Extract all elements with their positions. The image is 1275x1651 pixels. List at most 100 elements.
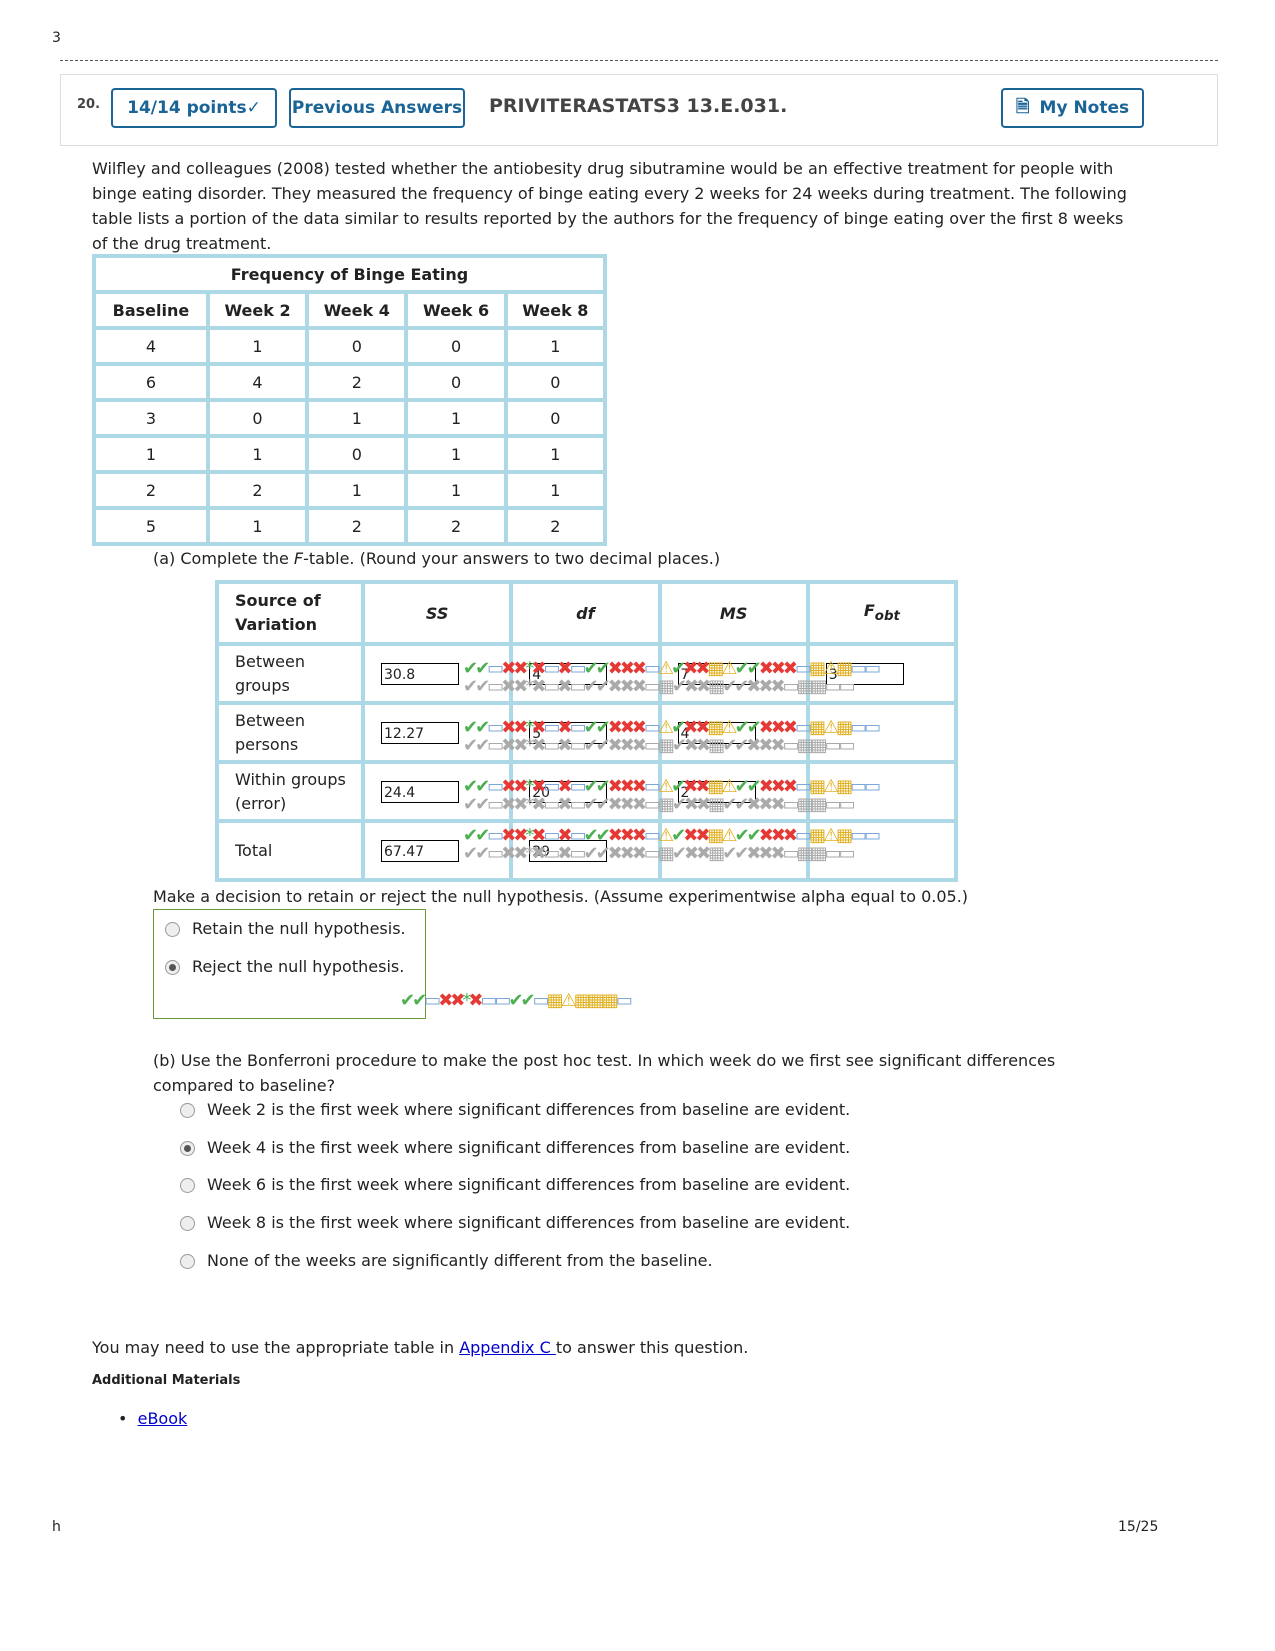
frequency-table: Frequency of Binge Eating Baseline Week 2… bbox=[92, 254, 607, 546]
table-cell: 1 bbox=[209, 330, 306, 362]
week-option[interactable]: Week 8 is the first week where significa… bbox=[180, 1213, 850, 1232]
table-cell: 1 bbox=[507, 330, 603, 362]
table-row: Between persons 12.27 ✔✔▭✖✖*✖▭✖▭✔✔✖✖✖▭⚠✔✖… bbox=[219, 705, 954, 760]
decision-option[interactable]: Reject the null hypothesis. bbox=[165, 957, 404, 976]
previous-answers-button[interactable]: Previous Answers bbox=[289, 88, 465, 128]
additional-materials-title: Additional Materials bbox=[92, 1373, 241, 1388]
table-cell: 0 bbox=[507, 366, 603, 398]
check-icon: ✓ bbox=[246, 98, 261, 118]
table-cell: 0 bbox=[309, 438, 405, 470]
ebook-link[interactable]: eBook bbox=[138, 1409, 188, 1428]
radio-button[interactable] bbox=[180, 1103, 195, 1118]
header-df: df bbox=[513, 584, 658, 642]
week-option[interactable]: Week 4 is the first week where significa… bbox=[180, 1138, 850, 1157]
table-cell: 1 bbox=[408, 402, 504, 434]
question-header: 20. 14/14 points ✓ Previous Answers PRIVI… bbox=[60, 74, 1218, 146]
appendix-note: You may need to use the appropriate tabl… bbox=[92, 1338, 749, 1357]
table-cell: 4 bbox=[209, 366, 306, 398]
ss-input[interactable]: 24.4 bbox=[381, 780, 459, 803]
f-table: Source of Variation SS df MS Fobt Betwee… bbox=[215, 580, 958, 882]
week-option[interactable]: Week 6 is the first week where significa… bbox=[180, 1175, 850, 1194]
freq-header: Week 6 bbox=[408, 294, 504, 326]
radio-button[interactable] bbox=[180, 1253, 195, 1269]
decision-prompt: Make a decision to retain or reject the … bbox=[153, 887, 969, 906]
table-cell: 1 bbox=[507, 438, 603, 470]
divider bbox=[60, 60, 1218, 61]
table-cell: 1 bbox=[408, 474, 504, 506]
table-cell: 5 bbox=[96, 510, 206, 542]
source-cell: Total bbox=[219, 823, 361, 878]
table-cell: 0 bbox=[507, 402, 603, 434]
table-cell: 1 bbox=[96, 438, 206, 470]
notes-icon: 🗎 bbox=[1015, 96, 1030, 117]
source-cell: Within groups (error) bbox=[219, 764, 361, 819]
table-row: 41001 bbox=[96, 330, 603, 362]
table-cell: 0 bbox=[408, 366, 504, 398]
table-cell: 4 bbox=[96, 330, 206, 362]
part-a-prompt: (a) Complete the F-table. (Round your an… bbox=[153, 549, 721, 568]
feedback-icons: ✔✔▭✖✖*✖▭▭✔✔▭▦⚠▦▦▦▭ bbox=[400, 990, 633, 1011]
table-cell: 1 bbox=[209, 438, 306, 470]
table-row: Between groups 30.8 ✔✔▭✖✖*✖▭✖▭✔✔✖✖✖▭⚠✔✖✖▦… bbox=[219, 646, 954, 701]
header-ms: MS bbox=[661, 584, 806, 642]
table-row: 11011 bbox=[96, 438, 603, 470]
ebook-item: • eBook bbox=[118, 1409, 188, 1428]
question-code: PRIVITERASTATS3 13.E.031. bbox=[489, 95, 788, 117]
feedback-icons-gray: ✔✔▭✖✖*✖▭✖▭✔✔✖✖✖▭▦✔✖✖▦✔✔✖✖✖▭▦▦▭▭ bbox=[463, 676, 856, 697]
table-title: Frequency of Binge Eating bbox=[96, 258, 603, 290]
header-ss: SS bbox=[365, 584, 510, 642]
source-cell: Between persons bbox=[219, 705, 361, 760]
table-cell: 1 bbox=[209, 510, 306, 542]
ss-input[interactable]: 12.27 bbox=[381, 721, 459, 744]
table-cell: 0 bbox=[209, 402, 306, 434]
page-number: 15/25 bbox=[1118, 1519, 1159, 1535]
table-cell: 0 bbox=[408, 330, 504, 362]
table-row: Total 67.47 ✔✔▭✖✖*✖▭✖▭✔✔✖✖✖▭⚠✔✖✖▦⚠✔✔✖✖✖▭▦… bbox=[219, 823, 954, 878]
source-cell: Between groups bbox=[219, 646, 361, 701]
part-b-prompt: (b) Use the Bonferroni procedure to make… bbox=[153, 1051, 1056, 1095]
radio-button[interactable] bbox=[180, 1216, 195, 1232]
week-option[interactable]: None of the weeks are significantly diff… bbox=[180, 1251, 713, 1270]
radio-button[interactable] bbox=[165, 922, 180, 937]
table-cell: 2 bbox=[309, 510, 405, 542]
table-cell: 1 bbox=[408, 438, 504, 470]
question-number: 20. bbox=[77, 97, 101, 112]
freq-header: Baseline bbox=[96, 294, 206, 326]
table-cell: 1 bbox=[309, 474, 405, 506]
table-row: Within groups (error) 24.4 ✔✔▭✖✖*✖▭✖▭✔✔✖✖… bbox=[219, 764, 954, 819]
header-source: Source of Variation bbox=[219, 584, 361, 642]
radio-button[interactable] bbox=[180, 1140, 195, 1156]
feedback-icons-gray: ✔✔▭✖✖*✖▭✖▭✔✔✖✖✖▭▦✔✖✖▦✔✔✖✖✖▭▦▦▭▭ bbox=[463, 735, 856, 756]
my-notes-button[interactable]: 🗎 My Notes bbox=[1001, 88, 1144, 128]
header-f: Fobt bbox=[809, 584, 954, 642]
points-button[interactable]: 14/14 points ✓ bbox=[111, 88, 277, 128]
table-cell: 2 bbox=[309, 366, 405, 398]
radio-button[interactable] bbox=[180, 1178, 195, 1194]
decision-option[interactable]: Retain the null hypothesis. bbox=[165, 919, 406, 938]
table-cell: 2 bbox=[209, 474, 306, 506]
table-cell: 3 bbox=[96, 402, 206, 434]
table-row: 51222 bbox=[96, 510, 603, 542]
intro-text: Wilfley and colleagues (2008) tested whe… bbox=[92, 159, 1127, 253]
appendix-link[interactable]: Appendix C bbox=[459, 1338, 556, 1357]
freq-header: Week 8 bbox=[507, 294, 603, 326]
feedback-icons-gray: ✔✔▭✖✖*✖▭✖▭✔✔✖✖✖▭▦✔✖✖▦✔✔✖✖✖▭▦▦▭▭ bbox=[463, 843, 856, 864]
freq-header: Week 2 bbox=[209, 294, 306, 326]
table-cell: 2 bbox=[507, 510, 603, 542]
table-cell: 2 bbox=[96, 474, 206, 506]
table-cell: 6 bbox=[96, 366, 206, 398]
table-row: 30110 bbox=[96, 402, 603, 434]
feedback-icons-gray: ✔✔▭✖✖*✖▭✖▭✔✔✖✖✖▭▦✔✖✖▦✔✔✖✖✖▭▦▦▭▭ bbox=[463, 794, 856, 815]
ss-input[interactable]: 30.8 bbox=[381, 662, 459, 685]
table-cell: 0 bbox=[309, 330, 405, 362]
points-label: 14/14 points bbox=[127, 98, 247, 118]
table-cell: 2 bbox=[408, 510, 504, 542]
table-row: 22111 bbox=[96, 474, 603, 506]
table-cell: 1 bbox=[309, 402, 405, 434]
table-cell: 1 bbox=[507, 474, 603, 506]
page-corner-mark-bottom: h bbox=[52, 1519, 61, 1535]
page-corner-mark: 3 bbox=[52, 30, 61, 46]
radio-button[interactable] bbox=[165, 960, 180, 975]
ss-input[interactable]: 67.47 bbox=[381, 839, 459, 862]
week-option[interactable]: Week 2 is the first week where significa… bbox=[180, 1100, 850, 1119]
